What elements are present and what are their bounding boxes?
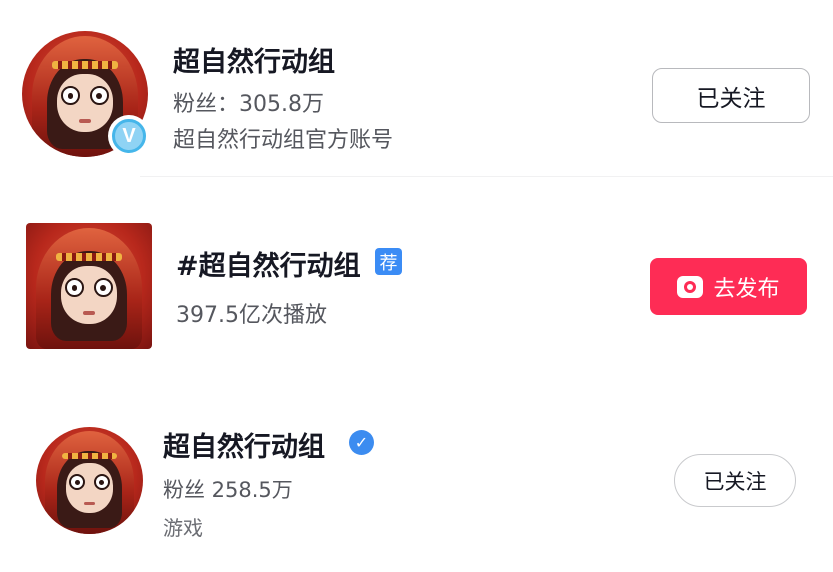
account-description: 超自然行动组官方账号 (173, 128, 394, 153)
topic-title[interactable]: #超自然行动组 (176, 244, 361, 283)
recommend-badge: 荐 (375, 248, 402, 275)
camera-icon (677, 275, 704, 298)
user-name[interactable]: 超自然行动组 (163, 425, 325, 464)
verified-check-icon: ✓ (349, 430, 374, 455)
user-category: 游戏 (163, 516, 203, 540)
divider (140, 176, 833, 177)
account-fans-count: 粉丝：305.8万 (173, 92, 324, 117)
follow-button-pill[interactable]: 已关注 (674, 454, 796, 507)
publish-button[interactable]: 去发布 (650, 258, 807, 315)
publish-button-label: 去发布 (713, 276, 780, 302)
topic-play-count: 397.5亿次播放 (176, 303, 327, 328)
follow-button[interactable]: 已关注 (652, 68, 810, 123)
user-avatar[interactable] (36, 427, 143, 534)
account-name[interactable]: 超自然行动组 (173, 40, 335, 79)
user-fans-count: 粉丝 258.5万 (163, 478, 293, 502)
v-verified-badge-icon: V (108, 115, 150, 157)
topic-cover-image[interactable] (26, 223, 152, 349)
